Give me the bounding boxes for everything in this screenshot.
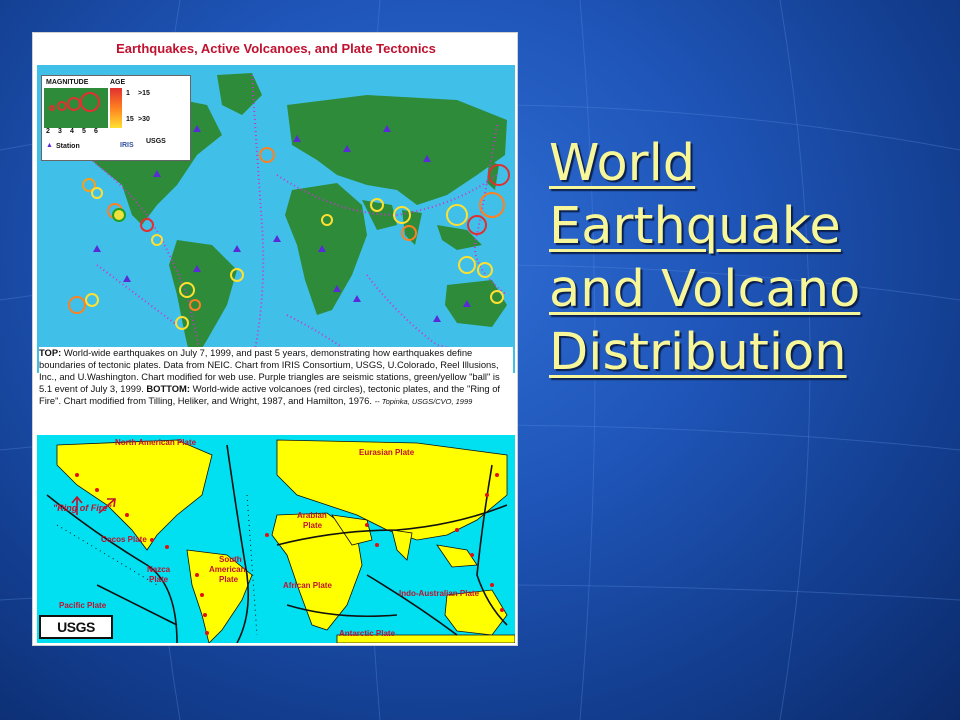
- label-eurasian-plate: Eurasian Plate: [359, 448, 415, 457]
- label-nazca-plate-2: Plate: [149, 575, 169, 584]
- title-line-3[interactable]: and Volcano: [549, 258, 954, 321]
- figure-title: Earthquakes, Active Volcanoes, and Plate…: [116, 41, 436, 56]
- legend-age-15: 15: [126, 116, 134, 123]
- label-indo-australian-plate: Indo-Australian Plate: [399, 589, 480, 598]
- label-cocos-plate: Cocos Plate: [101, 535, 147, 544]
- caption-bottom-label: BOTTOM:: [146, 383, 190, 394]
- title-line-2[interactable]: Earthquake: [549, 195, 954, 258]
- iris-logo: IRIS: [120, 142, 134, 149]
- label-african-plate: African Plate: [283, 581, 332, 590]
- label-nazca-plate-1: Nazca: [147, 565, 171, 574]
- label-pacific-plate: Pacific Plate: [59, 601, 107, 610]
- legend-magnitude-symbols: [44, 88, 108, 128]
- legend-age-gt30: >30: [138, 116, 150, 123]
- label-south-american-plate-1: South: [219, 555, 242, 564]
- usgs-small-logo: USGS: [146, 138, 166, 145]
- usgs-logo: USGS: [39, 615, 113, 639]
- legend-age-gt15: >15: [138, 90, 150, 97]
- title-line-4[interactable]: Distribution: [549, 321, 954, 384]
- legend-age-header: AGE: [110, 79, 126, 86]
- label-south-american-plate-2: American: [209, 565, 246, 574]
- label-antarctic-plate: Antarctic Plate: [339, 629, 396, 638]
- legend-age-color-bar: [110, 88, 122, 128]
- station-triangle-icon: ▲: [46, 142, 53, 149]
- legend-magnitude-header: MAGNITUDE: [46, 79, 89, 86]
- legend-mag-6: 6: [94, 128, 98, 135]
- title-line-1[interactable]: World: [549, 132, 954, 195]
- label-arabian-plate-1: Arabian: [297, 511, 327, 520]
- label-south-american-plate-3: Plate: [219, 575, 239, 584]
- legend-mag-2: 2: [46, 128, 50, 135]
- legend-mag-5: 5: [82, 128, 86, 135]
- legend-age-1: 1: [126, 90, 130, 97]
- map-legend: MAGNITUDE AGE 2 3 4 5 6 1 >15 15 >30 ▲ S…: [41, 75, 191, 161]
- legend-mag-4: 4: [70, 128, 74, 135]
- legend-station-label: Station: [56, 143, 80, 150]
- caption-top-label: TOP:: [39, 347, 62, 358]
- slide-title-link[interactable]: World Earthquake and Volcano Distributio…: [549, 132, 954, 384]
- legend-mag-3: 3: [58, 128, 62, 135]
- label-arabian-plate-2: Plate: [303, 521, 323, 530]
- earthquake-volcano-map-figure: Earthquakes, Active Volcanoes, and Plate…: [32, 32, 518, 646]
- label-ring-of-fire: "Ring of Fire": [53, 503, 112, 513]
- caption-credit: -- Topinka, USGS/CVO, 1999: [374, 397, 473, 406]
- label-north-american-plate: North American Plate: [115, 438, 197, 447]
